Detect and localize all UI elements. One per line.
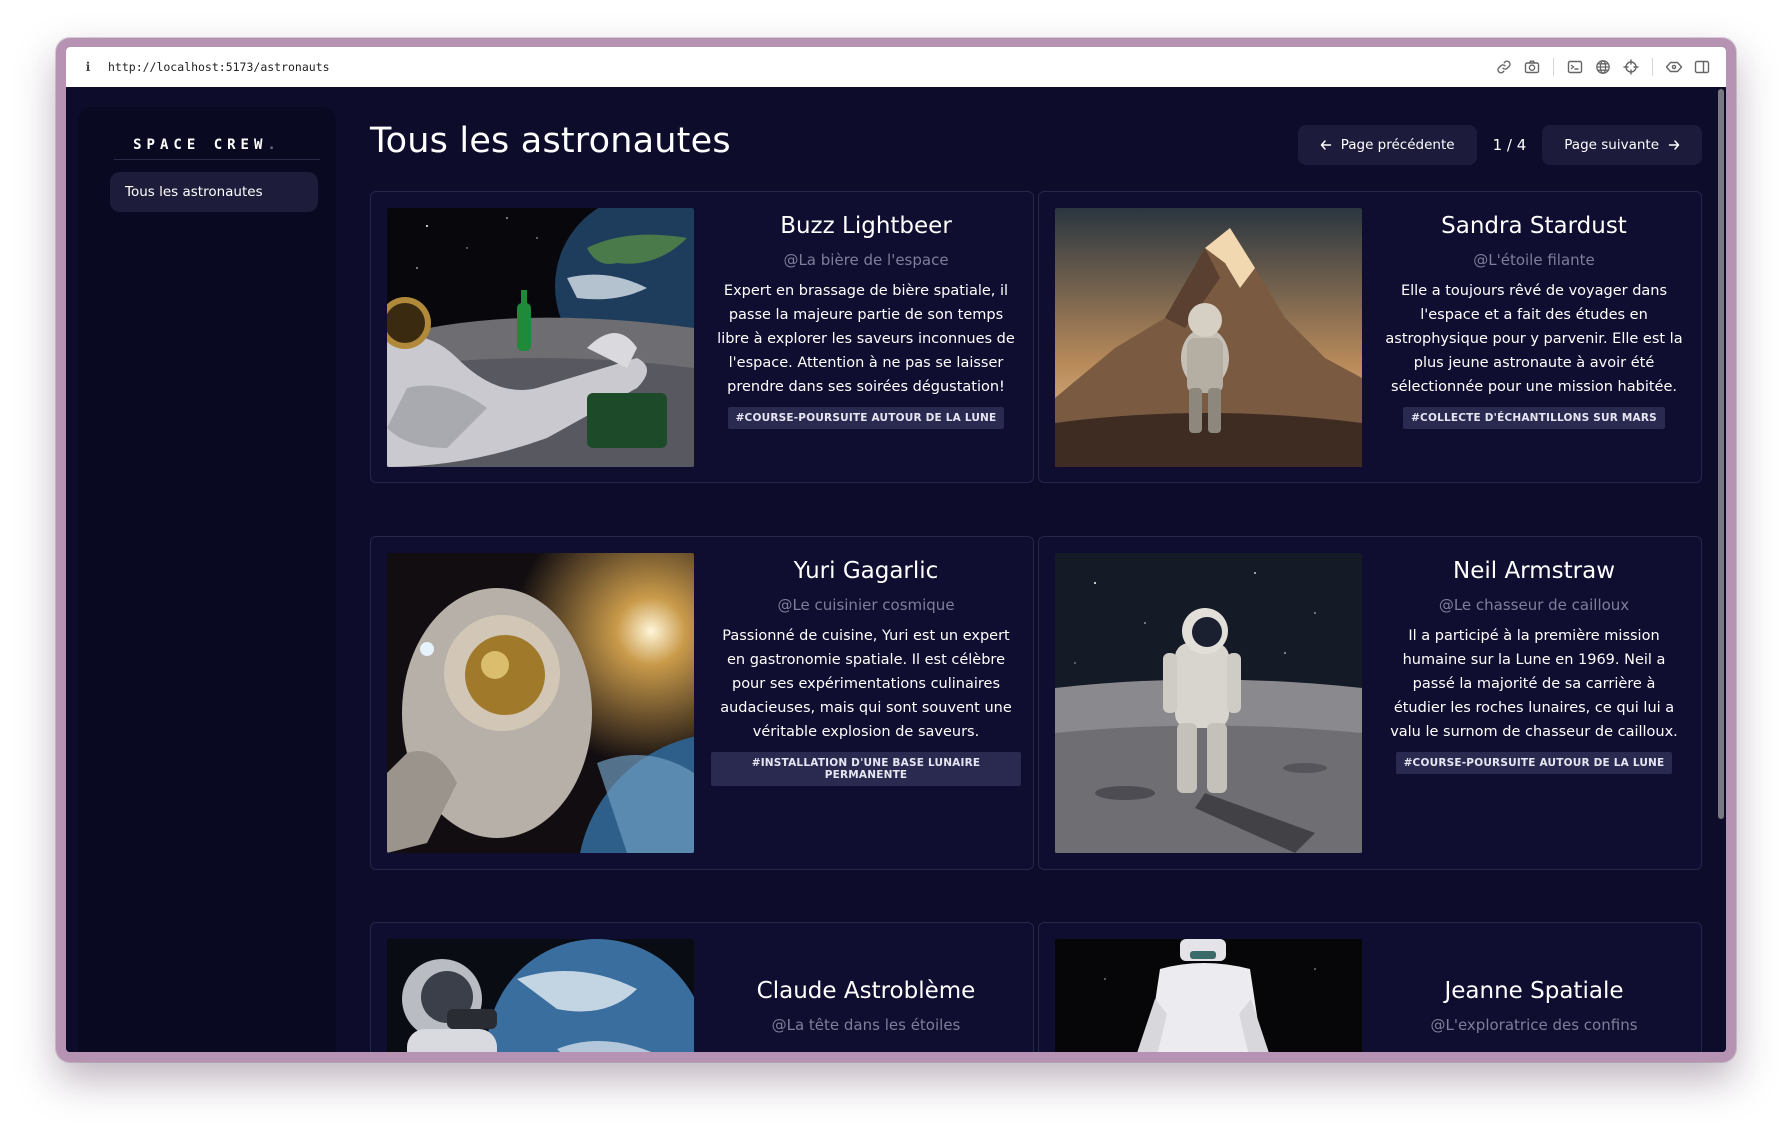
crosshair-icon[interactable]	[1621, 57, 1641, 77]
mission-tag[interactable]: #COURSE-POURSUITE AUTOUR DE LA LUNE	[1395, 752, 1673, 774]
astronaut-photo	[1055, 208, 1362, 467]
astronaut-name: Claude Astroblème	[756, 978, 976, 1004]
terminal-icon[interactable]	[1565, 57, 1585, 77]
astronaut-bio: Passionné de cuisine, Yuri est un expert…	[720, 628, 1012, 740]
sidebar-item-all-astronauts[interactable]: Tous les astronautes	[110, 172, 318, 212]
main-content: Tous les astronautes Page précédente 1 /…	[370, 87, 1702, 1052]
mission-tag[interactable]: #COURSE-POURSUITE AUTOUR DE LA LUNE	[727, 407, 1005, 429]
astronaut-handle: @La bière de l'espace	[783, 251, 949, 269]
astronaut-name: Yuri Gagarlic	[793, 558, 939, 584]
toolbar-divider	[1652, 58, 1653, 76]
mission-tag[interactable]: #INSTALLATION D'UNE BASE LUNAIRE PERMANE…	[711, 752, 1021, 786]
astronaut-bio: Il a participé à la première mission hum…	[1390, 628, 1678, 740]
sidebar: SPACE CREW. Tous les astronautes	[78, 107, 336, 1052]
extensions-icon[interactable]	[1664, 57, 1684, 77]
info-icon[interactable]: i	[78, 60, 98, 74]
astronaut-card[interactable]: Claude Astroblème @La tête dans les étoi…	[370, 922, 1034, 1052]
pagination: Page précédente 1 / 4 Page suivante	[1297, 125, 1702, 165]
sidebar-item-label: Tous les astronautes	[125, 184, 263, 200]
astronaut-card[interactable]: Buzz Lightbeer @La bière de l'espace Exp…	[370, 191, 1034, 483]
astronaut-name: Jeanne Spatiale	[1444, 978, 1624, 1004]
next-page-button[interactable]: Page suivante	[1542, 125, 1702, 165]
astronaut-info: Buzz Lightbeer @La bière de l'espace Exp…	[711, 210, 1021, 429]
astronaut-card[interactable]: Neil Armstraw @Le chasseur de cailloux I…	[1038, 536, 1702, 870]
astronaut-info: Neil Armstraw @Le chasseur de cailloux I…	[1379, 555, 1689, 774]
mission-tag[interactable]: #COLLECTE D'ÉCHANTILLONS SUR MARS	[1403, 407, 1665, 429]
astronaut-photo	[387, 939, 694, 1052]
astronaut-handle: @Le cuisinier cosmique	[777, 596, 955, 614]
scrollbar[interactable]	[1718, 89, 1724, 819]
astronaut-handle: @La tête dans les étoiles	[771, 1016, 961, 1034]
arrow-left-icon	[1320, 140, 1331, 150]
astronaut-photo	[1055, 939, 1362, 1052]
astronaut-handle: @L'exploratrice des confins	[1430, 1016, 1638, 1034]
logo-divider	[114, 159, 320, 160]
globe-icon[interactable]	[1593, 57, 1613, 77]
astronaut-info: Sandra Stardust @L'étoile filante Elle a…	[1379, 210, 1689, 429]
address-bar[interactable]: http://localhost:5173/astronauts	[108, 60, 330, 74]
astronaut-photo	[1055, 553, 1362, 853]
astronaut-bio: Expert en brassage de bière spatiale, il…	[717, 283, 1015, 395]
astronaut-name: Sandra Stardust	[1441, 213, 1627, 239]
logo-accent: .	[267, 137, 281, 153]
astronaut-photo	[387, 208, 694, 467]
previous-page-label: Page précédente	[1340, 137, 1455, 153]
toolbar-divider	[1553, 58, 1554, 76]
link-icon[interactable]	[1494, 57, 1514, 77]
browser-window: i http://localhost:5173/astronauts SPACE…	[56, 38, 1736, 1062]
arrow-right-icon	[1668, 140, 1680, 150]
astronaut-card[interactable]: Jeanne Spatiale @L'exploratrice des conf…	[1038, 922, 1702, 1052]
camera-icon[interactable]	[1522, 57, 1542, 77]
page-indicator: 1 / 4	[1492, 136, 1527, 154]
astronaut-bio: Elle a toujours rêvé de voyager dans l'e…	[1385, 283, 1683, 395]
next-page-label: Page suivante	[1564, 137, 1659, 153]
previous-page-button[interactable]: Page précédente	[1297, 125, 1477, 165]
split-view-icon[interactable]	[1692, 57, 1712, 77]
astronaut-info: Jeanne Spatiale @L'exploratrice des conf…	[1379, 975, 1689, 1035]
app-logo[interactable]: SPACE CREW.	[78, 137, 336, 153]
astronaut-photo	[387, 553, 694, 853]
logo-text: SPACE CREW	[133, 137, 268, 153]
toolbar-actions	[1490, 57, 1716, 77]
page-title: Tous les astronautes	[370, 121, 731, 161]
astronaut-name: Buzz Lightbeer	[780, 213, 952, 239]
astronaut-info: Claude Astroblème @La tête dans les étoi…	[711, 975, 1021, 1035]
astronaut-card[interactable]: Yuri Gagarlic @Le cuisinier cosmique Pas…	[370, 536, 1034, 870]
browser-viewport: i http://localhost:5173/astronauts SPACE…	[66, 47, 1726, 1052]
astronaut-info: Yuri Gagarlic @Le cuisinier cosmique Pas…	[711, 555, 1021, 786]
browser-toolbar: i http://localhost:5173/astronauts	[66, 47, 1726, 88]
astronaut-handle: @Le chasseur de cailloux	[1438, 596, 1630, 614]
astronaut-card[interactable]: Sandra Stardust @L'étoile filante Elle a…	[1038, 191, 1702, 483]
astronaut-name: Neil Armstraw	[1453, 558, 1615, 584]
astronaut-handle: @L'étoile filante	[1473, 251, 1595, 269]
app-viewport: SPACE CREW. Tous les astronautes Tous le…	[66, 87, 1726, 1052]
